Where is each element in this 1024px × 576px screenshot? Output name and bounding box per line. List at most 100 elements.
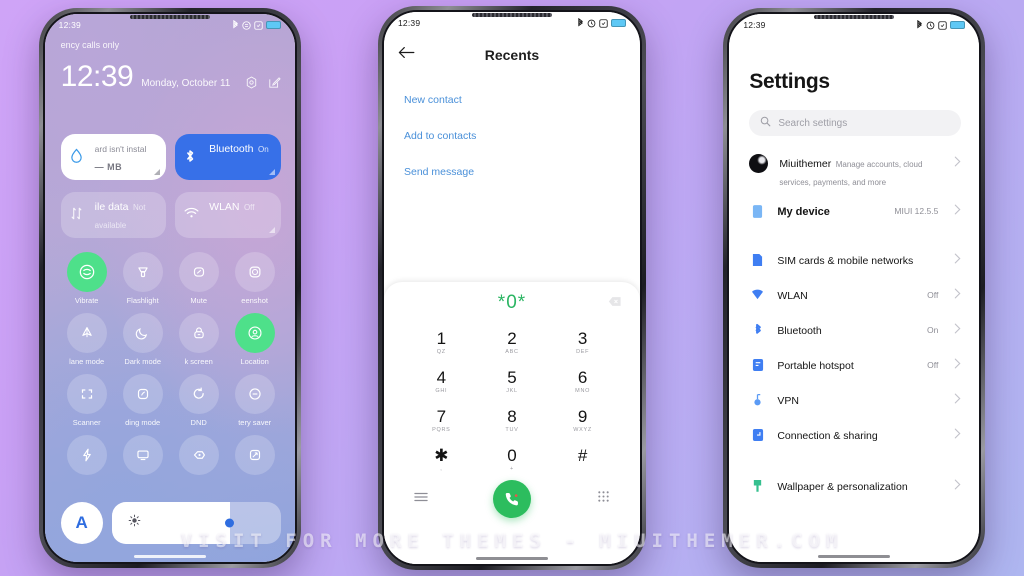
home-indicator (133, 555, 206, 558)
toggle-bolt[interactable] (59, 435, 115, 479)
dialpad-keys: 1 QZ 2 ABC 3 DEF 4 GHI 5 JKL 6 MNO 7 PQRS 8 TUV … (384, 324, 640, 478)
entered-number: *0* (497, 292, 527, 313)
toggle-label: Location (240, 357, 269, 366)
brightness-slider[interactable] (111, 502, 281, 544)
dialpad-bottom-bar (384, 478, 640, 518)
toggle-dark-mode[interactable]: Dark mode (115, 313, 171, 366)
battery-icon (950, 21, 966, 29)
key-digit: 9 (577, 406, 588, 426)
tile-corner-icon (154, 169, 161, 175)
row-label: Portable hotspot (777, 359, 854, 372)
bluetooth-icon (184, 148, 196, 169)
device-icon (749, 204, 766, 219)
bluetooth-tile[interactable]: Bluetooth On (175, 134, 281, 180)
dial-key-6[interactable]: 6 MNO (547, 363, 618, 400)
chevron-right-icon (954, 202, 961, 220)
call-button[interactable] (493, 480, 532, 518)
statusbar-icons (577, 18, 626, 28)
toggle-lock-screen[interactable]: k screen (171, 313, 227, 366)
toggle-label: Vibrate (74, 296, 99, 305)
mobile-data-tile[interactable]: ile data Not available (60, 192, 167, 238)
bluetooth-icon (749, 323, 766, 337)
link-add-to-contacts[interactable]: Add to contacts (404, 130, 620, 142)
key-digit: # (577, 445, 588, 465)
settings-row-wallpaper[interactable]: Wallpaper & personalization (729, 468, 979, 503)
toggle-airplane-mode[interactable]: lane mode (59, 313, 115, 366)
dial-key-0[interactable]: 0 + (477, 441, 548, 478)
toggle-rotate[interactable] (227, 435, 283, 479)
row-label: VPN (777, 394, 799, 407)
water-drop-icon (70, 148, 83, 168)
tag-icon (178, 435, 219, 475)
account-name: Miuithemer (779, 158, 832, 170)
home-indicator (818, 555, 891, 558)
toggle-location[interactable]: Location (227, 313, 283, 366)
dial-key-hash[interactable]: # (547, 441, 618, 478)
key-digit: 7 (436, 406, 447, 426)
toggle-cast[interactable] (115, 435, 171, 479)
data-arrows-icon (70, 206, 83, 226)
carrier-label: ency calls only (60, 40, 120, 50)
settings-row-portable-hotspot[interactable]: Portable hotspot Off (729, 347, 979, 382)
toggle-battery-saver[interactable]: tery saver (227, 374, 283, 427)
tile-sub: — MB (94, 162, 123, 172)
toggle-flashlight[interactable]: Flashlight (115, 252, 171, 305)
key-letters: TUV (505, 426, 519, 433)
page-title: Settings (749, 70, 830, 93)
dial-key-4[interactable]: 4 GHI (406, 363, 477, 400)
toggle-tag[interactable] (171, 435, 227, 479)
menu-icon[interactable] (414, 490, 428, 508)
dial-key-9[interactable]: 9 WXYZ (547, 402, 618, 439)
square-icon (938, 20, 947, 30)
backspace-icon[interactable] (608, 294, 622, 312)
key-letters: + (510, 465, 514, 472)
toggle-label: Mute (190, 296, 207, 305)
toggle-label: Scanner (72, 418, 101, 427)
brightness-knob[interactable] (224, 518, 234, 528)
rotate-icon (234, 435, 275, 475)
dark-mode-icon (122, 313, 163, 353)
dial-key-8[interactable]: 8 TUV (477, 402, 548, 439)
dial-key-5[interactable]: 5 JKL (477, 363, 548, 400)
settings-row-vpn[interactable]: VPN (729, 382, 979, 417)
settings-row-sim-cards[interactable]: SIM cards & mobile networks (729, 242, 979, 277)
toggle-label: DND (190, 418, 207, 427)
settings-row-account[interactable]: Miuithemer Manage accounts, cloud servic… (729, 148, 979, 196)
toggle-screenshot[interactable]: eenshot (227, 252, 283, 305)
dial-key-7[interactable]: 7 PQRS (406, 402, 477, 439)
tile-sub: Off (243, 203, 255, 212)
toggle-scanner[interactable]: Scanner (59, 374, 115, 427)
settings-gear-icon[interactable] (245, 76, 258, 89)
chevron-right-icon (954, 251, 961, 269)
toggle-mute[interactable]: Mute (171, 252, 227, 305)
settings-row-wlan[interactable]: WLAN Off (729, 277, 979, 312)
toggle-dnd[interactable]: DND (171, 374, 227, 427)
battery-icon (610, 19, 626, 27)
keypad-icon[interactable] (597, 490, 610, 508)
mute-icon (178, 252, 219, 292)
sim-data-tile[interactable]: ard isn't instal — MB (60, 134, 167, 180)
statusbar-icons (232, 20, 281, 30)
link-send-message[interactable]: Send message (404, 166, 620, 178)
toggle-vibrate[interactable]: Vibrate (59, 252, 115, 305)
big-tiles-row-2: ile data Not available WLAN Off (60, 192, 281, 238)
dial-key-3[interactable]: 3 DEF (547, 324, 618, 361)
lockscreen-clock-row: 12:39 Monday, October 11 (61, 62, 281, 92)
search-settings-input[interactable]: Search settings (749, 110, 962, 136)
tile-corner-icon (268, 227, 275, 233)
dial-key-star[interactable]: ✱, (406, 441, 477, 478)
dialer-action-links: New contact Add to contacts Send message (404, 94, 620, 202)
reading-mode-icon (122, 374, 163, 414)
auto-brightness-button[interactable]: A (60, 502, 103, 544)
settings-row-connection-sharing[interactable]: Connection & sharing (729, 417, 979, 452)
wlan-tile[interactable]: WLAN Off (175, 192, 281, 238)
settings-row-my-device[interactable]: My device MIUI 12.5.5 (729, 196, 979, 226)
link-new-contact[interactable]: New contact (404, 94, 620, 106)
phone-lockscreen: 12:39 ency calls only 12:39 Monday, Octo… (38, 8, 301, 568)
connection-icon (749, 428, 766, 442)
dial-key-1[interactable]: 1 QZ (406, 324, 477, 361)
toggle-reading-mode[interactable]: ding mode (115, 374, 171, 427)
dial-key-2[interactable]: 2 ABC (477, 324, 548, 361)
edit-icon[interactable] (268, 76, 281, 89)
settings-row-bluetooth[interactable]: Bluetooth On (729, 312, 979, 347)
